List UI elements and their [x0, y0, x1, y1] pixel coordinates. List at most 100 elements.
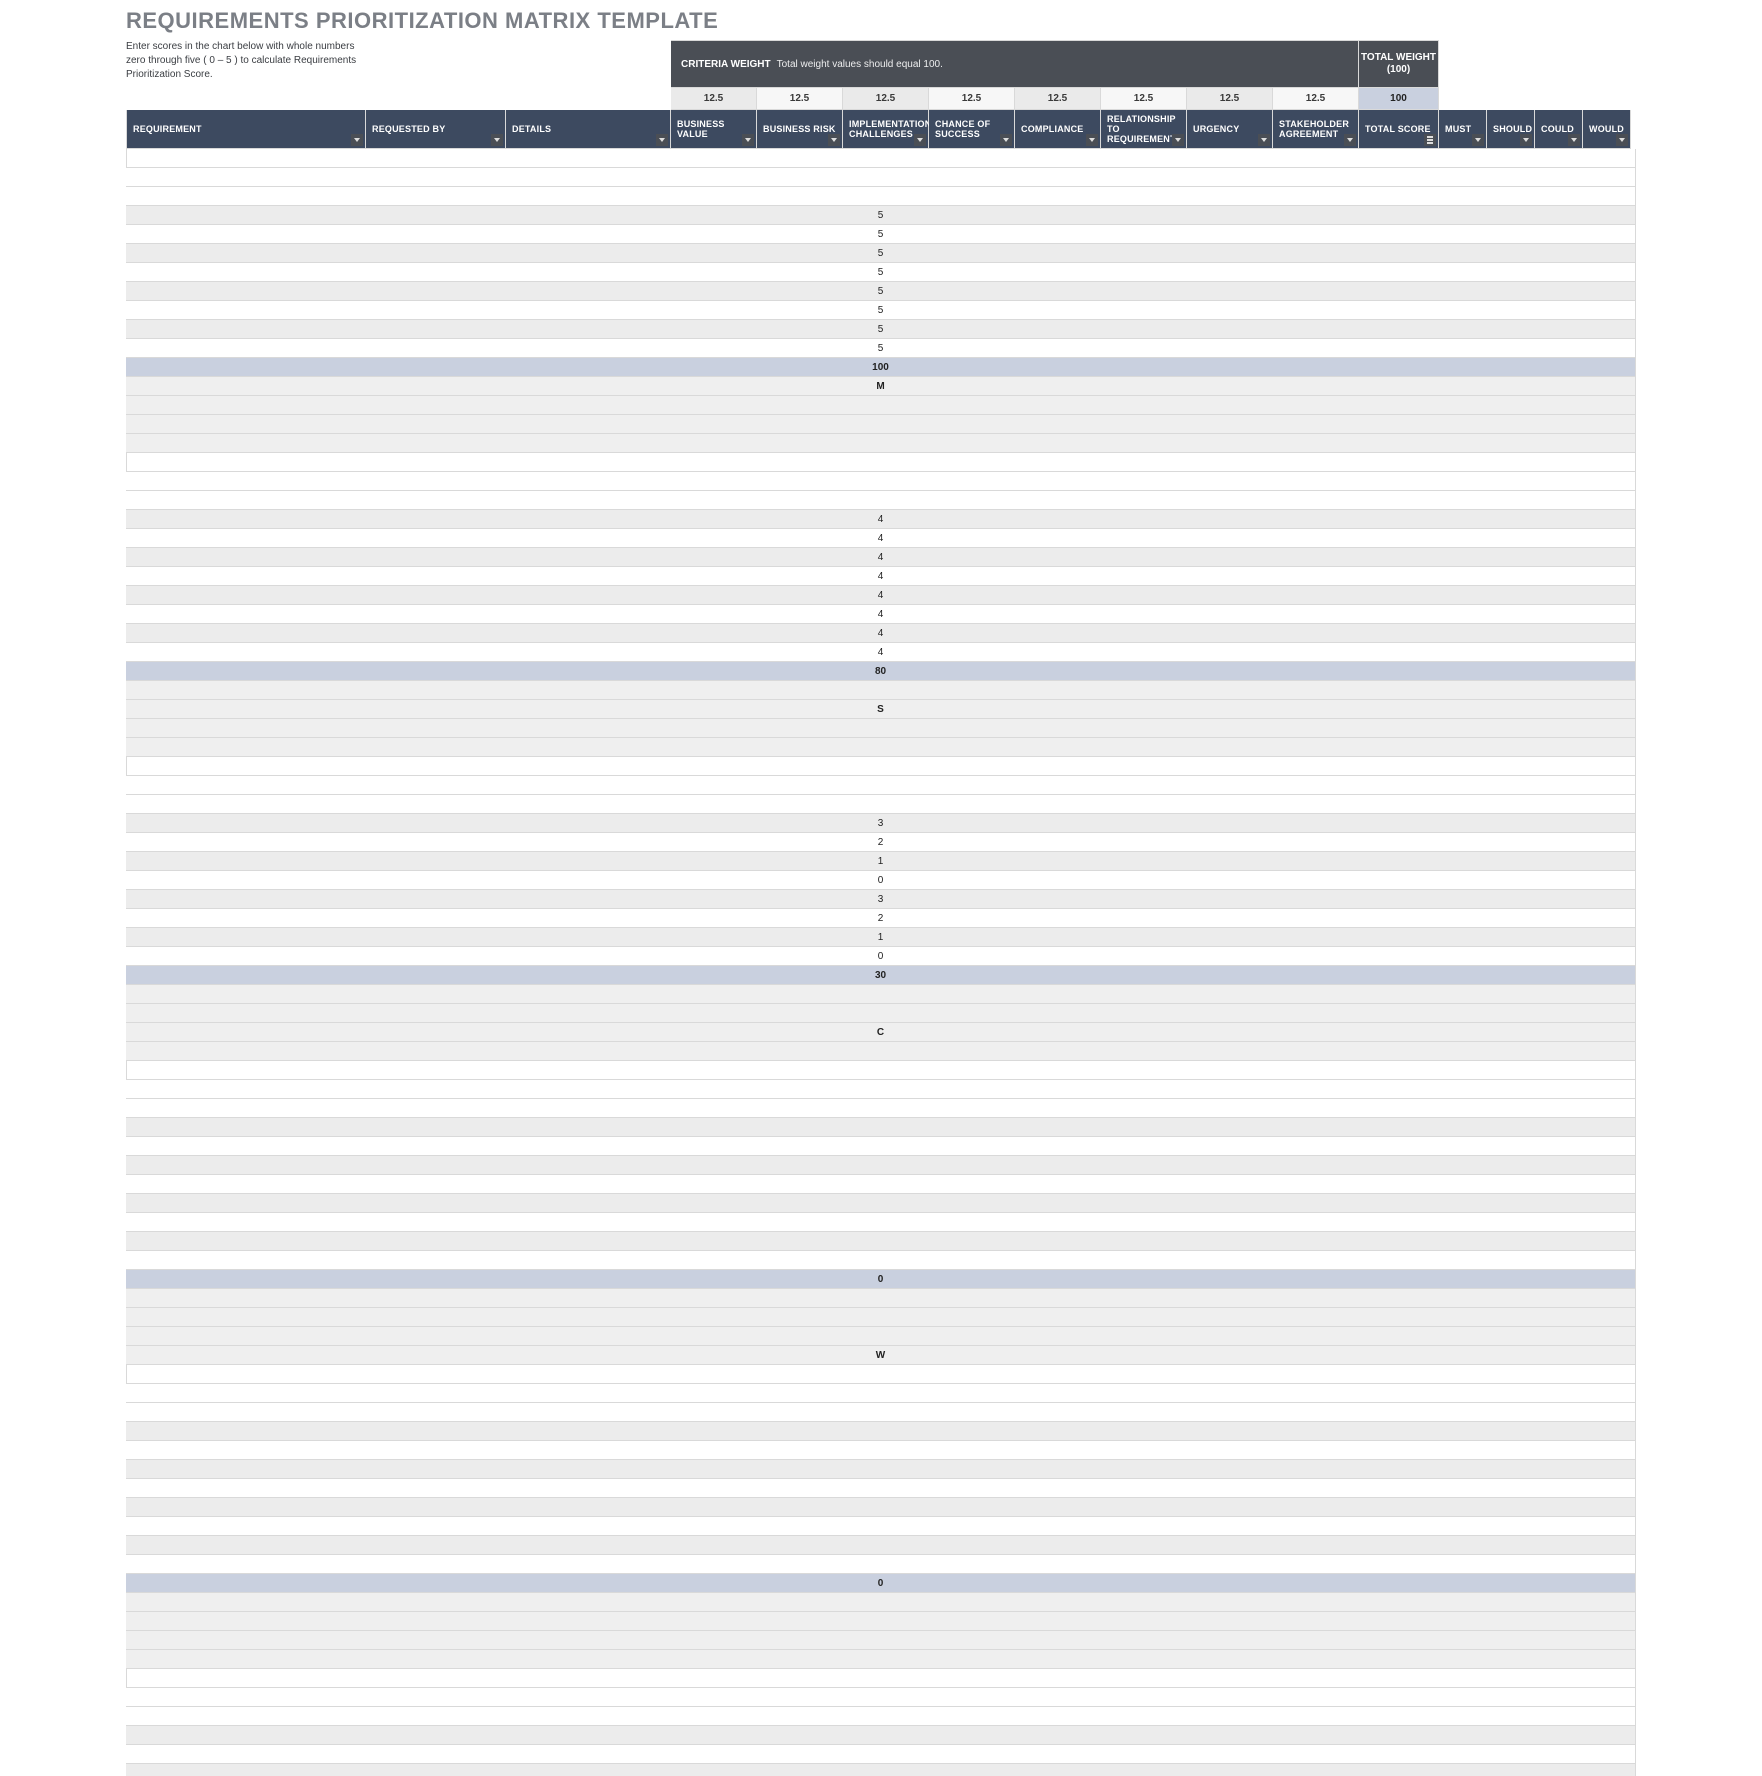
criteria-score-cell[interactable]: 4 — [126, 510, 1636, 529]
criteria-score-cell[interactable] — [126, 1479, 1636, 1498]
criteria-score-cell[interactable]: 4 — [126, 643, 1636, 662]
could-cell[interactable] — [126, 1631, 1636, 1650]
would-cell[interactable] — [126, 1042, 1636, 1061]
criteria-score-cell[interactable]: 5 — [126, 244, 1636, 263]
col-criteria[interactable]: RELATIONSHIP TO REQUIREMENTS — [1101, 110, 1187, 149]
filter-icon[interactable] — [742, 134, 754, 146]
should-cell[interactable] — [126, 1004, 1636, 1023]
col-criteria[interactable]: BUSINESS RISK — [757, 110, 843, 149]
requested-by-cell[interactable] — [126, 1688, 1636, 1707]
filter-icon[interactable] — [491, 134, 503, 146]
criteria-score-cell[interactable] — [126, 1194, 1636, 1213]
filter-icon[interactable] — [1000, 134, 1012, 146]
must-cell[interactable] — [126, 681, 1636, 700]
details-cell[interactable] — [126, 1099, 1636, 1118]
criteria-score-cell[interactable] — [126, 1232, 1636, 1251]
must-cell[interactable]: M — [126, 377, 1636, 396]
col-requirement[interactable]: REQUIREMENT — [126, 110, 366, 149]
criteria-score-cell[interactable]: 0 — [126, 871, 1636, 890]
criteria-score-cell[interactable] — [126, 1156, 1636, 1175]
criteria-score-cell[interactable] — [126, 1498, 1636, 1517]
col-criteria[interactable]: URGENCY — [1187, 110, 1273, 149]
criteria-score-cell[interactable]: 3 — [126, 814, 1636, 833]
col-would[interactable]: WOULD — [1583, 110, 1631, 149]
would-cell[interactable] — [126, 738, 1636, 757]
criteria-score-cell[interactable] — [126, 1460, 1636, 1479]
requested-by-cell[interactable] — [126, 1080, 1636, 1099]
could-cell[interactable] — [126, 1327, 1636, 1346]
criteria-score-cell[interactable]: 5 — [126, 282, 1636, 301]
criteria-score-cell[interactable]: 5 — [126, 263, 1636, 282]
filter-icon[interactable] — [656, 134, 668, 146]
criteria-score-cell[interactable]: 5 — [126, 301, 1636, 320]
details-cell[interactable] — [126, 1403, 1636, 1422]
could-cell[interactable] — [126, 415, 1636, 434]
requested-by-cell[interactable] — [126, 168, 1636, 187]
requirement-cell[interactable] — [126, 149, 1636, 168]
criteria-score-cell[interactable] — [126, 1213, 1636, 1232]
would-cell[interactable] — [126, 1650, 1636, 1669]
criteria-score-cell[interactable] — [126, 1441, 1636, 1460]
criteria-weight-cell[interactable]: 12.5 — [929, 88, 1015, 110]
col-details[interactable]: DETAILS — [506, 110, 671, 149]
col-criteria[interactable]: BUSINESS VALUE — [671, 110, 757, 149]
criteria-score-cell[interactable]: 4 — [126, 586, 1636, 605]
must-cell[interactable] — [126, 1289, 1636, 1308]
filter-icon[interactable] — [914, 134, 926, 146]
filter-icon[interactable] — [1086, 134, 1098, 146]
details-cell[interactable] — [126, 1707, 1636, 1726]
filter-icon[interactable] — [1344, 134, 1356, 146]
criteria-score-cell[interactable] — [126, 1555, 1636, 1574]
requirement-cell[interactable] — [126, 1365, 1636, 1384]
criteria-score-cell[interactable]: 1 — [126, 852, 1636, 871]
requirement-cell[interactable] — [126, 1669, 1636, 1688]
filter-icon[interactable] — [1568, 134, 1580, 146]
col-total-score[interactable]: TOTAL SCORE — [1359, 110, 1439, 149]
could-cell[interactable]: C — [126, 1023, 1636, 1042]
criteria-score-cell[interactable]: 5 — [126, 320, 1636, 339]
criteria-score-cell[interactable] — [126, 1422, 1636, 1441]
col-criteria[interactable]: IMPLEMENTATION CHALLENGES — [843, 110, 929, 149]
criteria-score-cell[interactable]: 3 — [126, 890, 1636, 909]
criteria-score-cell[interactable]: 5 — [126, 225, 1636, 244]
filter-icon[interactable] — [1616, 134, 1628, 146]
criteria-weight-cell[interactable]: 12.5 — [1015, 88, 1101, 110]
criteria-weight-cell[interactable]: 12.5 — [757, 88, 843, 110]
sort-icon[interactable] — [1424, 134, 1436, 146]
details-cell[interactable] — [126, 795, 1636, 814]
could-cell[interactable] — [126, 719, 1636, 738]
must-cell[interactable] — [126, 1593, 1636, 1612]
filter-icon[interactable] — [1520, 134, 1532, 146]
would-cell[interactable]: W — [126, 1346, 1636, 1365]
criteria-score-cell[interactable]: 5 — [126, 206, 1636, 225]
filter-icon[interactable] — [1258, 134, 1270, 146]
criteria-score-cell[interactable] — [126, 1175, 1636, 1194]
criteria-score-cell[interactable]: 1 — [126, 928, 1636, 947]
criteria-score-cell[interactable]: 4 — [126, 567, 1636, 586]
criteria-weight-cell[interactable]: 12.5 — [671, 88, 757, 110]
criteria-score-cell[interactable] — [126, 1137, 1636, 1156]
col-could[interactable]: COULD — [1535, 110, 1583, 149]
criteria-score-cell[interactable] — [126, 1764, 1636, 1776]
criteria-score-cell[interactable] — [126, 1745, 1636, 1764]
criteria-score-cell[interactable]: 2 — [126, 909, 1636, 928]
criteria-score-cell[interactable]: 4 — [126, 548, 1636, 567]
details-cell[interactable] — [126, 491, 1636, 510]
criteria-weight-cell[interactable]: 12.5 — [1101, 88, 1187, 110]
requirement-cell[interactable] — [126, 1061, 1636, 1080]
should-cell[interactable] — [126, 1612, 1636, 1631]
col-requested-by[interactable]: REQUESTED BY — [366, 110, 506, 149]
requested-by-cell[interactable] — [126, 1384, 1636, 1403]
criteria-score-cell[interactable]: 0 — [126, 947, 1636, 966]
requirement-cell[interactable] — [126, 757, 1636, 776]
filter-icon[interactable] — [1172, 134, 1184, 146]
criteria-score-cell[interactable]: 4 — [126, 529, 1636, 548]
should-cell[interactable] — [126, 1308, 1636, 1327]
would-cell[interactable] — [126, 434, 1636, 453]
col-criteria[interactable]: COMPLIANCE — [1015, 110, 1101, 149]
criteria-weight-cell[interactable]: 12.5 — [1187, 88, 1273, 110]
should-cell[interactable]: S — [126, 700, 1636, 719]
requested-by-cell[interactable] — [126, 472, 1636, 491]
criteria-score-cell[interactable] — [126, 1517, 1636, 1536]
criteria-score-cell[interactable] — [126, 1118, 1636, 1137]
